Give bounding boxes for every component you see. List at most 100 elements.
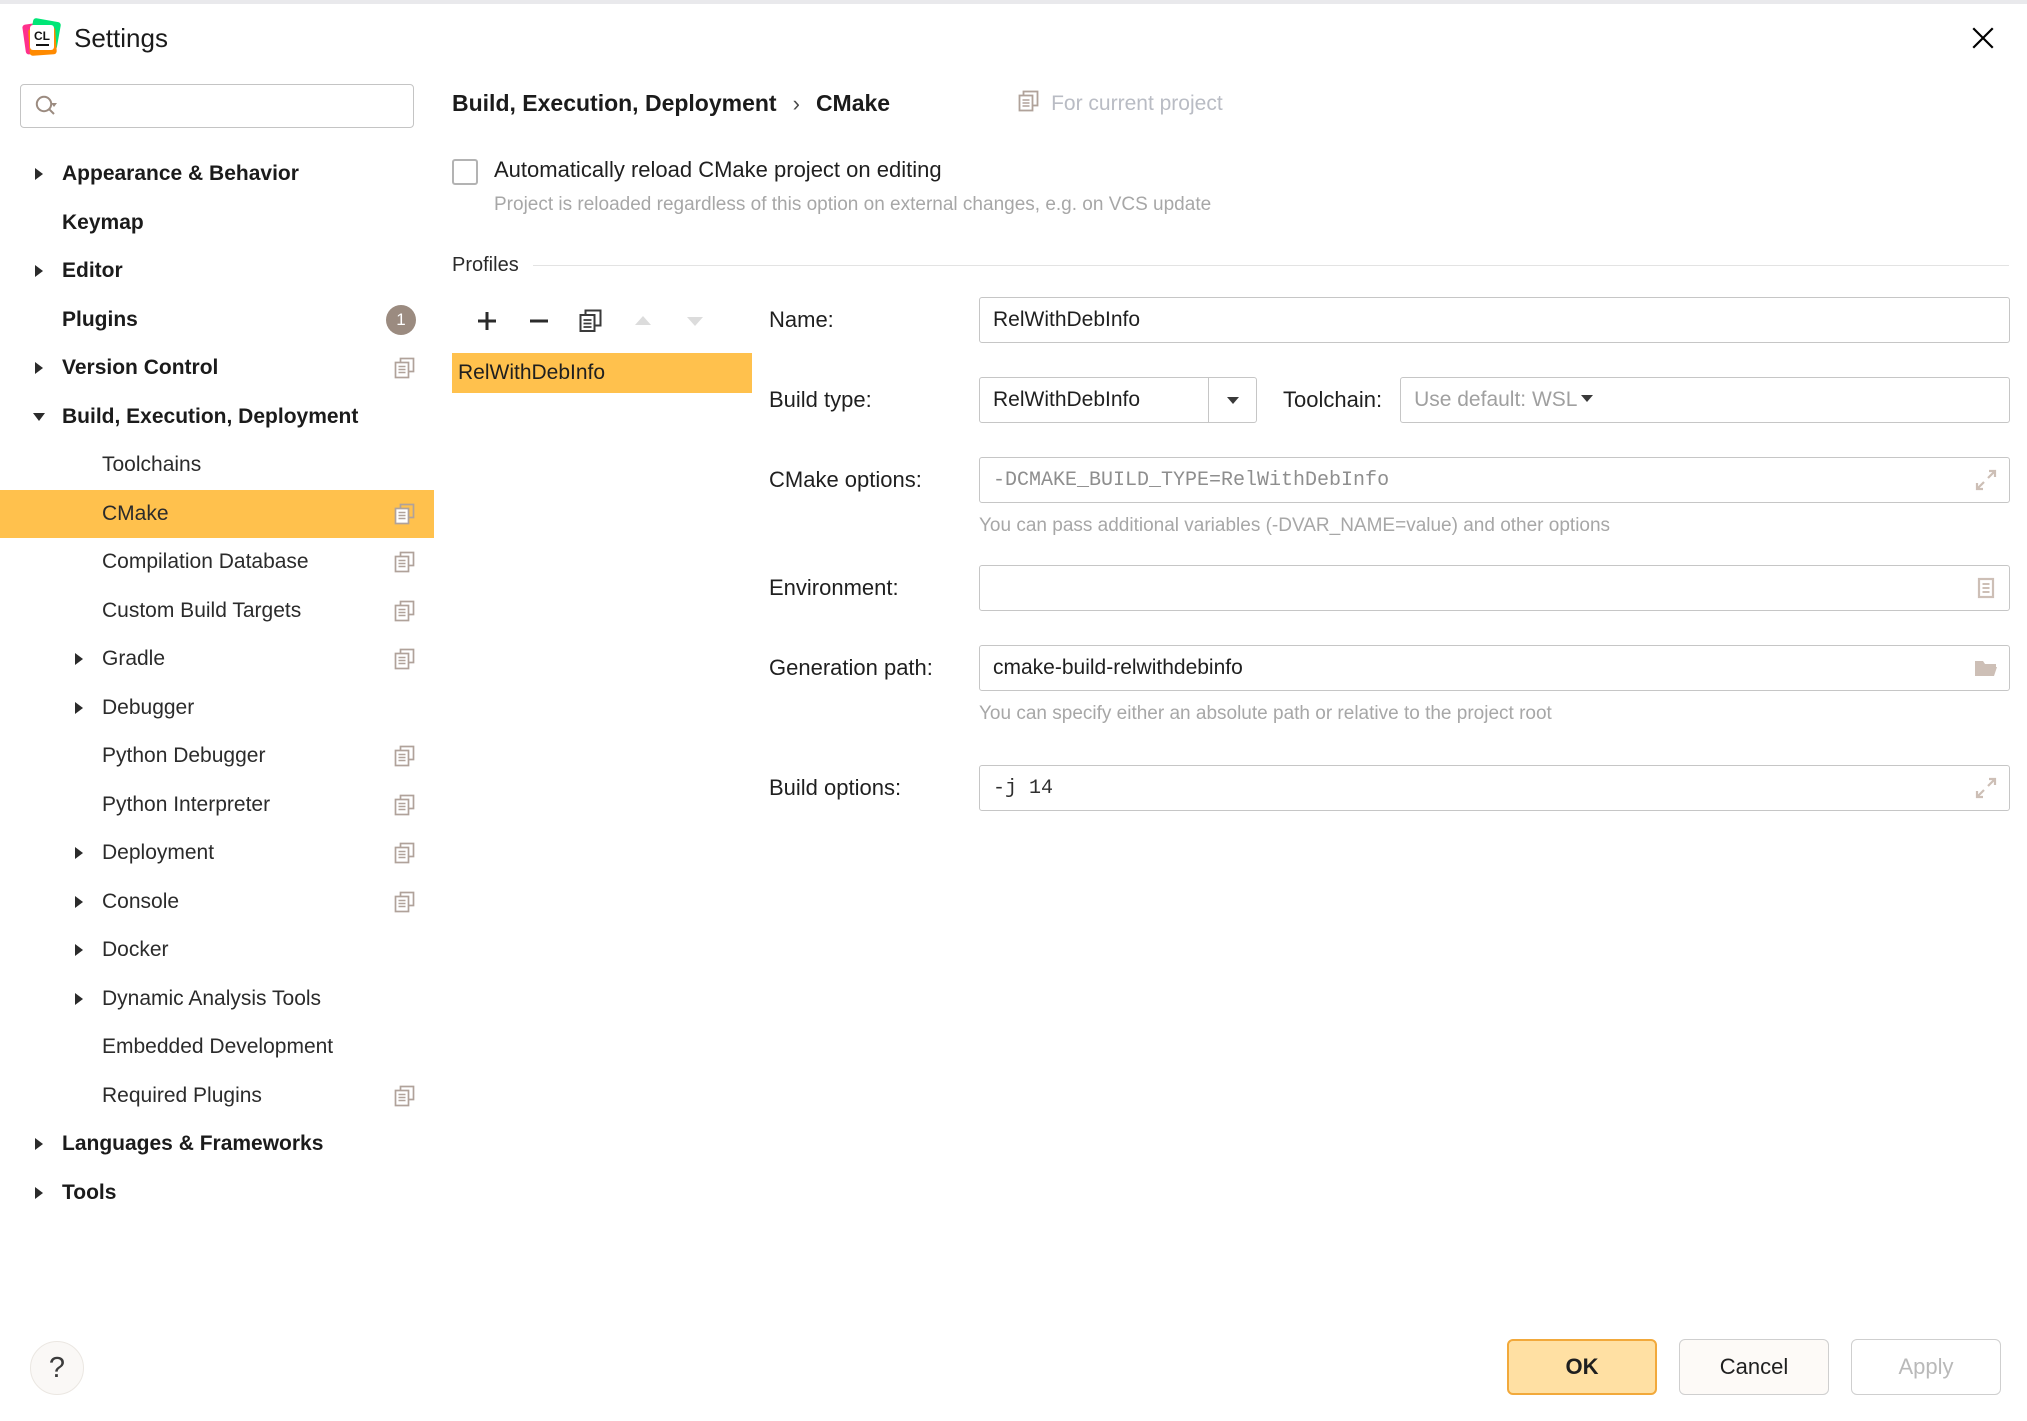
sidebar-item-label: Python Interpreter	[102, 793, 270, 817]
sidebar-item-label: Version Control	[62, 356, 218, 380]
sidebar-item-languages-frameworks[interactable]: Languages & Frameworks	[0, 1120, 434, 1169]
sidebar-item-plugins[interactable]: Plugins1	[0, 296, 434, 345]
sidebar-item-label: Deployment	[102, 841, 214, 865]
sidebar-item-appearance-behavior[interactable]: Appearance & Behavior	[0, 150, 434, 199]
help-button[interactable]: ?	[30, 1341, 84, 1395]
profiles-section-header: Profiles	[452, 254, 2009, 277]
cmake-options-input[interactable]: -DCMAKE_BUILD_TYPE=RelWithDebInfo	[979, 457, 2010, 503]
build-type-value: RelWithDebInfo	[980, 388, 1140, 412]
twisty-placeholder	[68, 454, 90, 476]
sidebar-item-python-debugger[interactable]: Python Debugger	[0, 732, 434, 781]
profile-list-item[interactable]: RelWithDebInfo	[452, 353, 752, 393]
cancel-button[interactable]: Cancel	[1679, 1339, 1829, 1395]
build-options-label: Build options:	[769, 775, 979, 801]
sidebar-item-dynamic-analysis-tools[interactable]: Dynamic Analysis Tools	[0, 975, 434, 1024]
chevron-right-icon[interactable]	[68, 697, 90, 719]
profiles-pane: RelWithDebInfo	[452, 297, 752, 811]
sidebar-item-python-interpreter[interactable]: Python Interpreter	[0, 781, 434, 830]
search-input[interactable]	[59, 95, 413, 117]
sidebar-item-build-execution-deployment[interactable]: Build, Execution, Deployment	[0, 393, 434, 442]
build-type-label: Build type:	[769, 387, 979, 413]
sidebar-item-compilation-database[interactable]: Compilation Database	[0, 538, 434, 587]
build-options-input[interactable]: -j 14	[979, 765, 2010, 811]
chevron-right-icon[interactable]	[68, 842, 90, 864]
sidebar-item-keymap[interactable]: Keymap	[0, 199, 434, 248]
sidebar-item-version-control[interactable]: Version Control	[0, 344, 434, 393]
build-options-expand-icon[interactable]	[1963, 766, 2009, 810]
chevron-right-icon[interactable]	[28, 1133, 50, 1155]
chevron-right-icon[interactable]	[68, 988, 90, 1010]
chevron-right-icon[interactable]	[68, 648, 90, 670]
section-divider	[533, 265, 2009, 266]
sidebar-item-console[interactable]: Console	[0, 878, 434, 927]
sidebar-item-toolchains[interactable]: Toolchains	[0, 441, 434, 490]
project-scope-icon	[394, 503, 416, 525]
chevron-right-icon[interactable]	[28, 260, 50, 282]
twisty-placeholder	[28, 309, 50, 331]
environment-label: Environment:	[769, 575, 979, 601]
cmake-options-row: CMake options: -DCMAKE_BUILD_TYPE=RelWit…	[769, 457, 2010, 503]
sidebar-item-deployment[interactable]: Deployment	[0, 829, 434, 878]
folder-icon[interactable]	[1963, 646, 2009, 690]
search-icon	[33, 93, 59, 119]
generation-path-hint: You can specify either an absolute path …	[979, 703, 2010, 725]
sidebar-item-gradle[interactable]: Gradle	[0, 635, 434, 684]
ok-button[interactable]: OK	[1507, 1339, 1657, 1395]
generation-path-input[interactable]: cmake-build-relwithdebinfo	[979, 645, 2010, 691]
auto-reload-checkbox[interactable]	[452, 159, 478, 185]
name-value: RelWithDebInfo	[980, 308, 1140, 332]
search-box[interactable]	[20, 84, 414, 128]
generation-path-value: cmake-build-relwithdebinfo	[980, 656, 1243, 680]
apply-button[interactable]: Apply	[1851, 1339, 2001, 1395]
cmake-options-label: CMake options:	[769, 467, 979, 493]
settings-tree: Appearance & BehaviorKeymapEditorPlugins…	[0, 150, 434, 1217]
chevron-right-icon[interactable]	[68, 891, 90, 913]
toolchain-chevron-down-icon[interactable]	[1577, 388, 1597, 413]
twisty-placeholder	[68, 1085, 90, 1107]
sidebar-item-label: Dynamic Analysis Tools	[102, 987, 321, 1011]
sidebar-item-label: Python Debugger	[102, 744, 265, 768]
chevron-down-icon[interactable]	[28, 406, 50, 428]
environment-list-icon[interactable]	[1963, 566, 2009, 610]
chevron-right-icon[interactable]	[28, 357, 50, 379]
project-scope-icon	[394, 600, 416, 622]
sidebar-item-label: Required Plugins	[102, 1084, 262, 1108]
breadcrumb-current: CMake	[816, 90, 890, 117]
clion-logo-text: CL	[34, 30, 50, 42]
twisty-placeholder	[68, 503, 90, 525]
name-label: Name:	[769, 307, 979, 333]
chevron-right-icon[interactable]	[28, 1182, 50, 1204]
add-profile-button[interactable]	[472, 306, 502, 336]
environment-input[interactable]	[979, 565, 2010, 611]
sidebar-item-editor[interactable]: Editor	[0, 247, 434, 296]
sidebar-item-tools[interactable]: Tools	[0, 1169, 434, 1218]
sidebar-item-cmake[interactable]: CMake	[0, 490, 434, 539]
main-panel: Build, Execution, Deployment › CMake For…	[434, 72, 2027, 1317]
build-type-select[interactable]: RelWithDebInfo	[979, 377, 1257, 423]
toolchain-select[interactable]: Use default: WSL	[1400, 377, 2010, 423]
auto-reload-label[interactable]: Automatically reload CMake project on ed…	[494, 157, 1211, 183]
move-up-button[interactable]	[628, 306, 658, 336]
sidebar-item-label: Languages & Frameworks	[62, 1132, 323, 1156]
sidebar-item-debugger[interactable]: Debugger	[0, 684, 434, 733]
profiles-section-title: Profiles	[452, 254, 519, 277]
twisty-placeholder	[68, 1036, 90, 1058]
sidebar-item-required-plugins[interactable]: Required Plugins	[0, 1072, 434, 1121]
sidebar-item-custom-build-targets[interactable]: Custom Build Targets	[0, 587, 434, 636]
close-icon[interactable]	[1961, 16, 2005, 60]
build-options-value: -j 14	[980, 777, 1053, 800]
project-scope-icon	[394, 1085, 416, 1107]
breadcrumb-parent[interactable]: Build, Execution, Deployment	[452, 90, 777, 117]
remove-profile-button[interactable]	[524, 306, 554, 336]
chevron-right-icon[interactable]	[68, 939, 90, 961]
copy-profile-button[interactable]	[576, 306, 606, 336]
name-input[interactable]: RelWithDebInfo	[979, 297, 2010, 343]
expand-icon[interactable]	[1963, 458, 2009, 502]
chevron-down-icon[interactable]	[1208, 378, 1256, 422]
chevron-right-icon[interactable]	[28, 163, 50, 185]
settings-sidebar: Appearance & BehaviorKeymapEditorPlugins…	[0, 72, 434, 1421]
window-title: Settings	[74, 23, 168, 54]
sidebar-item-docker[interactable]: Docker	[0, 926, 434, 975]
move-down-button[interactable]	[680, 306, 710, 336]
sidebar-item-embedded-development[interactable]: Embedded Development	[0, 1023, 434, 1072]
